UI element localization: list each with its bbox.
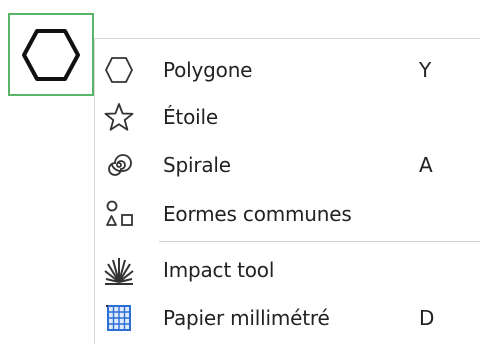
menu-item-formes-communes[interactable]: Eormes communes	[95, 191, 480, 237]
menu-item-shortcut: D	[419, 306, 435, 330]
menu-item-papier-millimetre[interactable]: Papier millimétré D	[95, 295, 480, 341]
shape-tool-flyout: Polygone Y Étoile Spirale A Eormes commu…	[0, 0, 480, 344]
menu-separator	[159, 241, 480, 242]
spiral-icon	[103, 149, 135, 181]
menu-item-impact-tool[interactable]: Impact tool	[95, 247, 480, 293]
common-shapes-icon	[103, 198, 135, 230]
menu-item-label: Papier millimétré	[163, 306, 330, 330]
impact-tool-icon	[103, 254, 135, 286]
graph-paper-icon	[103, 302, 135, 334]
hexagon-icon	[22, 28, 80, 81]
menu-item-label: Spirale	[163, 153, 231, 177]
menu-item-label: Étoile	[163, 105, 218, 129]
menu-item-label: Eormes communes	[163, 202, 352, 226]
menu-item-spirale[interactable]: Spirale A	[95, 142, 480, 188]
polygon-tool-button[interactable]	[8, 13, 94, 96]
menu-item-polygone[interactable]: Polygone Y	[95, 47, 480, 93]
menu-item-label: Impact tool	[163, 258, 275, 282]
menu-item-label: Polygone	[163, 58, 253, 82]
menu-item-shortcut: A	[419, 153, 433, 177]
menu-item-etoile[interactable]: Étoile	[95, 94, 480, 140]
flyout-menu: Polygone Y Étoile Spirale A Eormes commu…	[94, 38, 480, 344]
menu-item-shortcut: Y	[419, 58, 432, 82]
star-icon	[103, 101, 135, 133]
hexagon-icon	[103, 54, 135, 86]
